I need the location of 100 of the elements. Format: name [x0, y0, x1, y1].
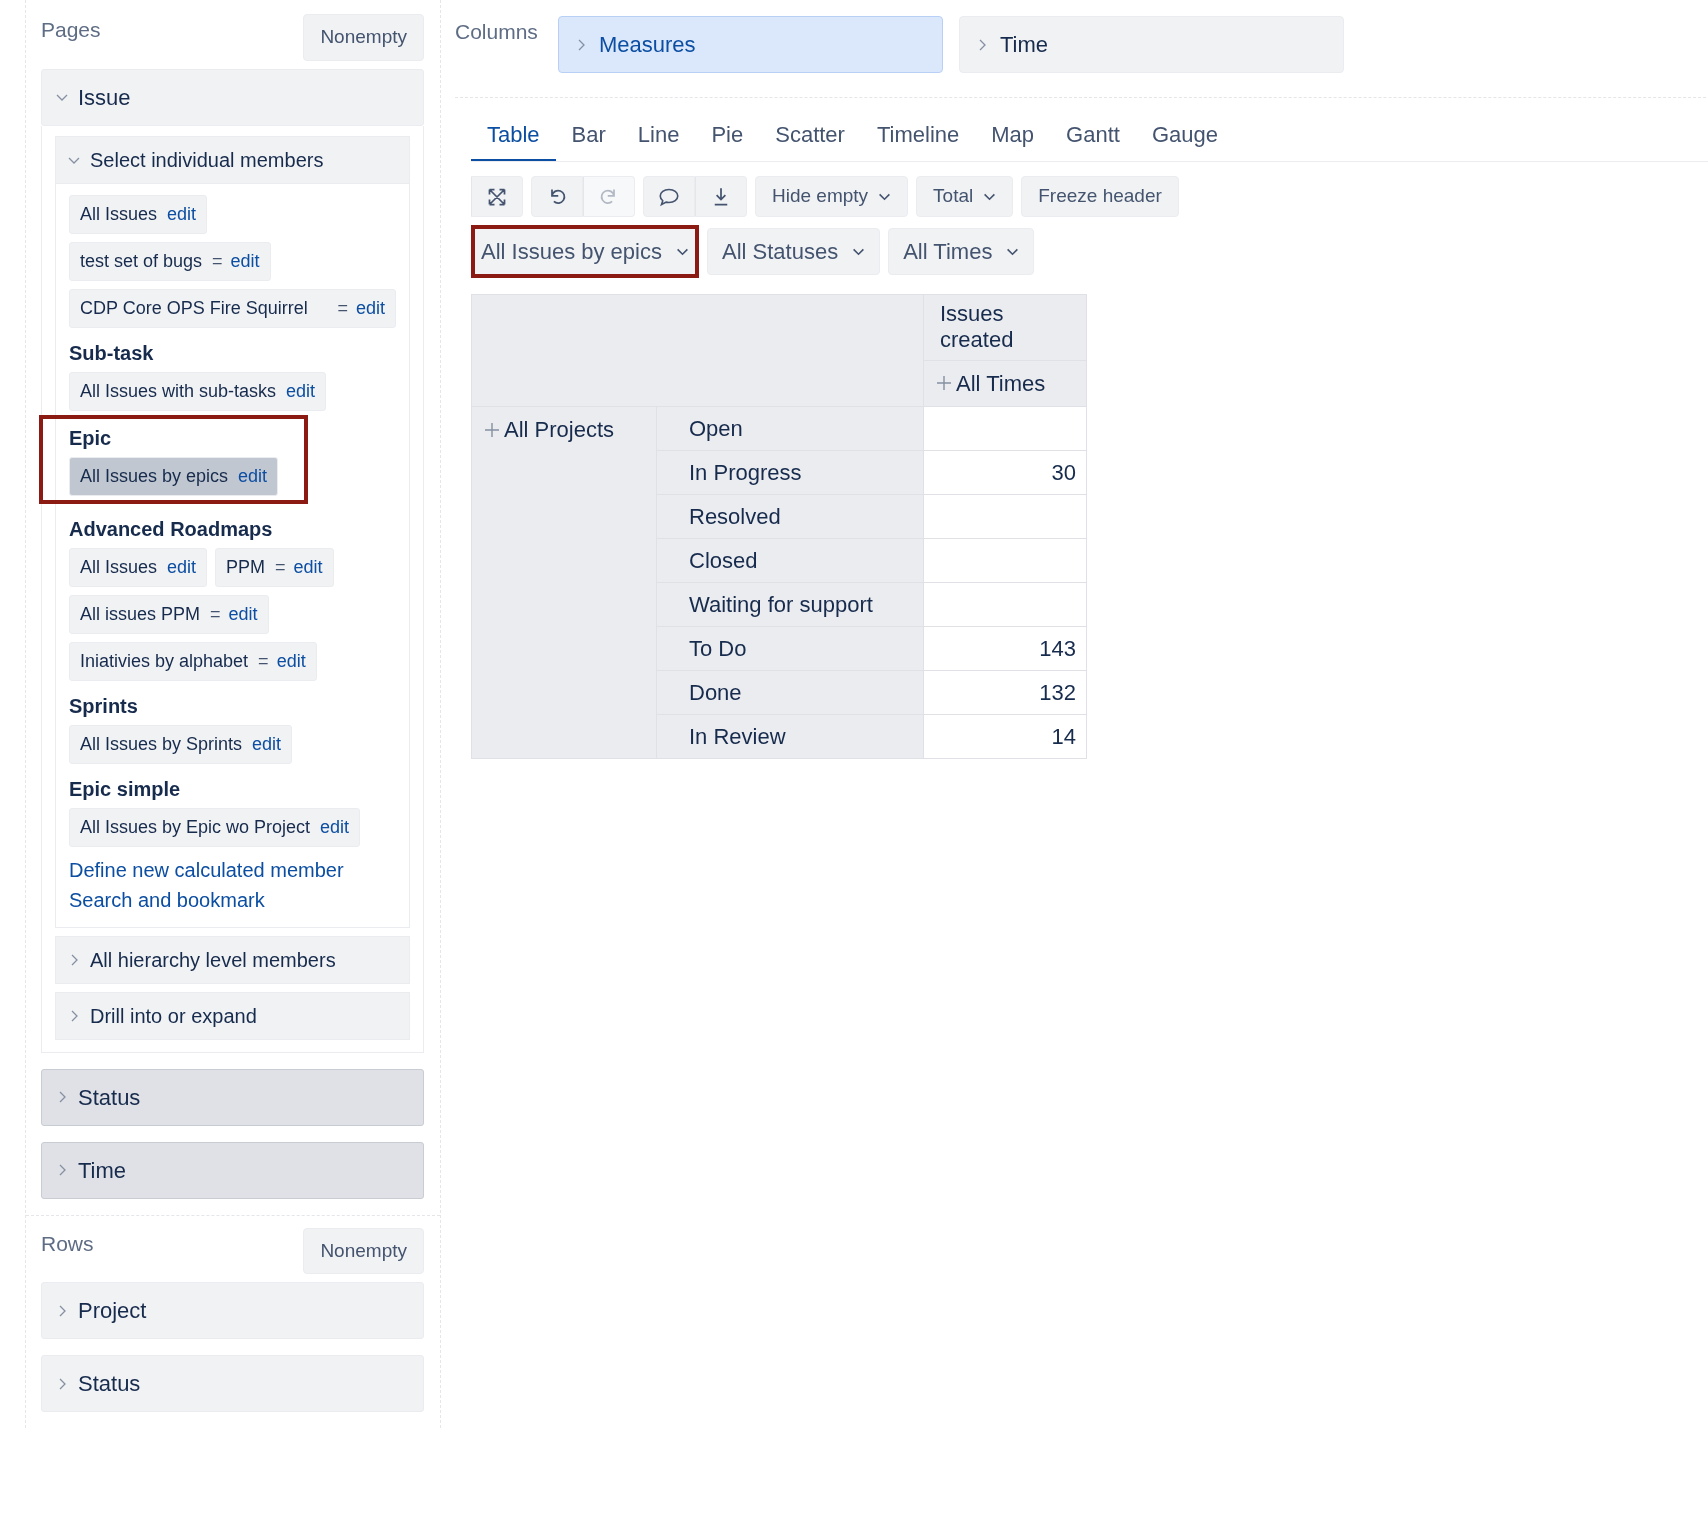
- view-tab[interactable]: Line: [621, 106, 696, 161]
- edit-link[interactable]: edit: [230, 247, 260, 275]
- edit-link[interactable]: edit: [238, 462, 268, 490]
- member-label: All Times: [956, 369, 1046, 398]
- filter-dropdown[interactable]: All Times: [888, 228, 1035, 275]
- section-header[interactable]: Drill into or expand: [55, 991, 410, 1040]
- member-label: PPM: [226, 555, 266, 579]
- undo-button[interactable]: [531, 176, 583, 217]
- member-chip[interactable]: test set of bugs = edit: [69, 241, 271, 281]
- group-heading: Epic simple: [69, 776, 182, 802]
- dimension-header[interactable]: Time: [41, 1141, 424, 1199]
- dimension-header[interactable]: Status: [41, 1068, 424, 1126]
- dimension-header[interactable]: Status: [41, 1355, 424, 1412]
- member-chip[interactable]: All Issues by Sprints edit: [69, 724, 293, 764]
- download-button[interactable]: [695, 176, 747, 217]
- row-header: Waiting for support: [656, 582, 924, 627]
- view-tab[interactable]: Pie: [695, 106, 760, 161]
- group-heading: Advanced Roadmaps: [69, 516, 274, 542]
- member-label: CDP Core OPS Fire Squirrel: [80, 296, 308, 320]
- plus-icon: [936, 375, 952, 392]
- edit-link[interactable]: edit: [320, 813, 350, 841]
- group-heading: Sub-task: [69, 340, 155, 366]
- nonempty-button[interactable]: Nonempty: [303, 14, 424, 61]
- equals-sign: =: [275, 555, 286, 579]
- filter-dropdown[interactable]: All Statuses: [706, 228, 881, 275]
- fullscreen-icon: [487, 186, 507, 207]
- row-header: Done: [656, 670, 924, 715]
- toolbar-button[interactable]: Freeze header: [1021, 176, 1179, 217]
- member-chip[interactable]: All Issues edit: [69, 194, 208, 234]
- section-header[interactable]: Select individual members: [55, 135, 410, 184]
- section-header[interactable]: All hierarchy level members: [55, 935, 410, 984]
- filter-dropdown[interactable]: All Issues by epics: [471, 225, 699, 278]
- member-label: All Issues with sub-tasks: [80, 379, 277, 403]
- row-header: Open: [656, 406, 924, 451]
- table-cell: 143: [923, 626, 1087, 671]
- group-heading: Sprints: [69, 693, 139, 719]
- dropdown-button[interactable]: Total: [916, 176, 1014, 217]
- member-chip[interactable]: All Issues by epics edit: [69, 456, 279, 496]
- view-tab[interactable]: Scatter: [759, 106, 861, 161]
- comment-button[interactable]: [643, 176, 695, 217]
- equals-sign: =: [210, 602, 221, 626]
- row-member-header[interactable]: All Projects: [471, 406, 657, 759]
- action-link[interactable]: Define new calculated member: [69, 854, 396, 885]
- member-label: All Issues: [80, 555, 158, 579]
- member-chip[interactable]: All Issues edit: [69, 547, 208, 587]
- member-label: All Projects: [504, 416, 615, 445]
- member-label: All Issues: [80, 202, 158, 226]
- member-label: All Issues by Sprints: [80, 732, 243, 756]
- edit-link[interactable]: edit: [167, 200, 197, 228]
- member-chip[interactable]: All Issues by Epic wo Project edit: [69, 807, 361, 847]
- dimension-header[interactable]: Issue: [41, 68, 424, 126]
- member-label: All issues PPM: [80, 602, 201, 626]
- view-tab[interactable]: Gantt: [1050, 106, 1136, 161]
- row-header: To Do: [656, 626, 924, 671]
- edit-link[interactable]: edit: [228, 600, 258, 628]
- edit-link[interactable]: edit: [355, 294, 385, 322]
- equals-sign: =: [337, 296, 348, 320]
- column-dimension[interactable]: Time: [958, 16, 1344, 73]
- table-cell: 14: [923, 714, 1087, 759]
- row-header: Resolved: [656, 494, 924, 539]
- edit-link[interactable]: edit: [293, 553, 323, 581]
- nonempty-button[interactable]: Nonempty: [303, 1227, 424, 1274]
- member-label: All Issues by Epic wo Project: [80, 815, 311, 839]
- view-tab[interactable]: Timeline: [860, 106, 976, 161]
- equals-sign: =: [258, 649, 269, 673]
- dimension-header[interactable]: Project: [41, 1282, 424, 1339]
- member-chip[interactable]: CDP Core OPS Fire Squirrel = edit: [69, 288, 396, 328]
- member-label: All Issues by epics: [80, 464, 229, 488]
- plus-icon: [484, 421, 500, 438]
- row-header: Closed: [656, 538, 924, 583]
- row-header: In Review: [656, 714, 924, 759]
- member-label: Iniativies by alphabet: [80, 649, 249, 673]
- comment-icon: [659, 186, 679, 207]
- dropdown-button[interactable]: Hide empty: [755, 176, 909, 217]
- equals-sign: =: [212, 249, 223, 273]
- column-dimension[interactable]: Measures: [557, 16, 943, 73]
- view-tab[interactable]: Map: [975, 106, 1051, 161]
- member-label: test set of bugs: [80, 249, 203, 273]
- member-chip[interactable]: All Issues with sub-tasks edit: [69, 371, 327, 411]
- edit-link[interactable]: edit: [252, 730, 282, 758]
- column-header: Issues created: [923, 294, 1087, 361]
- view-tab[interactable]: Gauge: [1135, 106, 1234, 161]
- member-chip[interactable]: PPM = edit: [215, 547, 334, 587]
- fullscreen-button[interactable]: [471, 176, 523, 217]
- action-link[interactable]: Search and bookmark: [69, 884, 396, 915]
- column-member-header[interactable]: All Times: [923, 360, 1087, 407]
- view-tab[interactable]: Bar: [555, 106, 622, 161]
- table-cell: 30: [923, 450, 1087, 495]
- section-title: Rows: [41, 1230, 94, 1257]
- member-chip[interactable]: Iniativies by alphabet = edit: [69, 641, 317, 681]
- edit-link[interactable]: edit: [276, 647, 306, 675]
- edit-link[interactable]: edit: [286, 377, 316, 405]
- section-title: Columns: [455, 19, 538, 45]
- row-header: In Progress: [656, 450, 924, 495]
- table-cell: 132: [923, 670, 1087, 715]
- view-tab[interactable]: Table: [471, 106, 556, 161]
- section-title: Pages: [41, 17, 101, 43]
- group-heading: Epic: [69, 425, 113, 451]
- member-chip[interactable]: All issues PPM = edit: [69, 594, 269, 634]
- edit-link[interactable]: edit: [167, 553, 197, 581]
